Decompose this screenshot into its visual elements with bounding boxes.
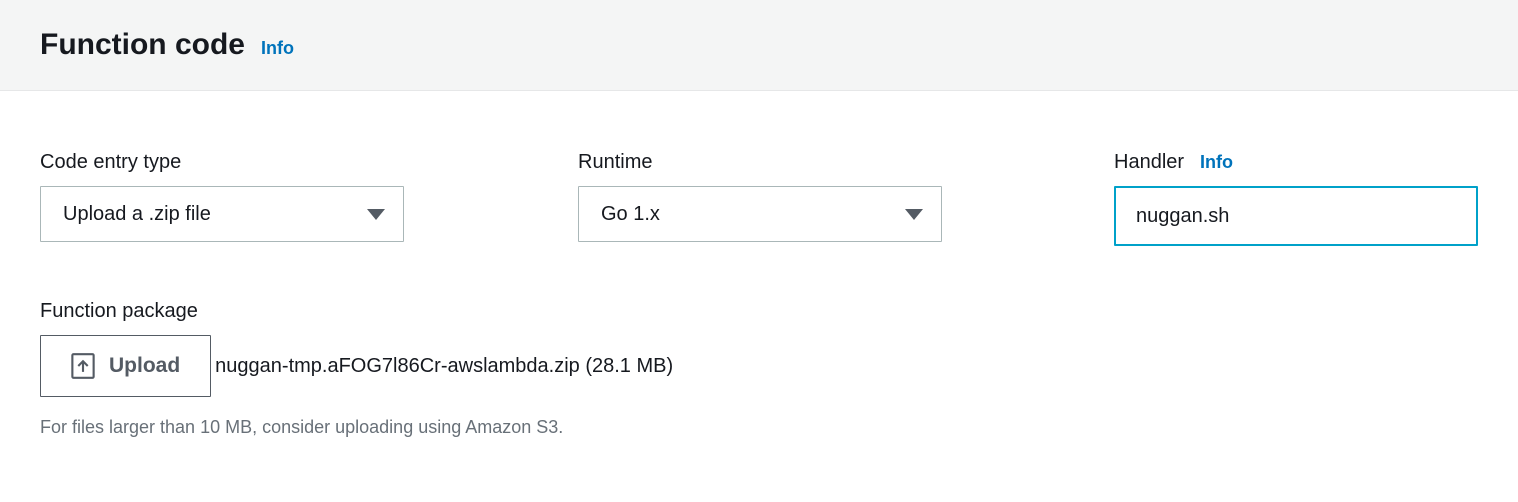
handler-group: Handler Info xyxy=(1114,151,1478,246)
chevron-down-icon xyxy=(367,209,385,220)
handler-info-link[interactable]: Info xyxy=(1200,152,1233,173)
upload-button-label: Upload xyxy=(109,354,180,378)
code-entry-value: Upload a .zip file xyxy=(63,203,211,226)
code-entry-label: Code entry type xyxy=(40,151,578,174)
runtime-value: Go 1.x xyxy=(601,203,660,226)
page-title: Function code xyxy=(40,28,245,62)
handler-input[interactable] xyxy=(1114,186,1478,246)
upload-button[interactable]: Upload xyxy=(40,335,211,397)
function-package-group: Function package Upload nuggan-tmp.aFOG7… xyxy=(40,300,1478,438)
runtime-label: Runtime xyxy=(578,151,1114,174)
function-package-label: Function package xyxy=(40,300,1478,323)
upload-row: Upload nuggan-tmp.aFOG7l86Cr-awslambda.z… xyxy=(40,335,1478,397)
form-row: Code entry type Upload a .zip file Runti… xyxy=(40,151,1478,246)
upload-icon xyxy=(71,353,95,379)
code-entry-group: Code entry type Upload a .zip file xyxy=(40,151,578,246)
content-section: Code entry type Upload a .zip file Runti… xyxy=(0,91,1518,470)
info-link[interactable]: Info xyxy=(261,38,294,59)
section-header: Function code Info xyxy=(0,0,1518,91)
runtime-select[interactable]: Go 1.x xyxy=(578,186,942,242)
handler-label: Handler xyxy=(1114,151,1184,174)
uploaded-filename: nuggan-tmp.aFOG7l86Cr-awslambda.zip (28.… xyxy=(215,355,673,378)
chevron-down-icon xyxy=(905,209,923,220)
code-entry-select[interactable]: Upload a .zip file xyxy=(40,186,404,242)
upload-hint: For files larger than 10 MB, consider up… xyxy=(40,417,1478,438)
handler-label-row: Handler Info xyxy=(1114,151,1478,174)
runtime-group: Runtime Go 1.x xyxy=(578,151,1114,246)
